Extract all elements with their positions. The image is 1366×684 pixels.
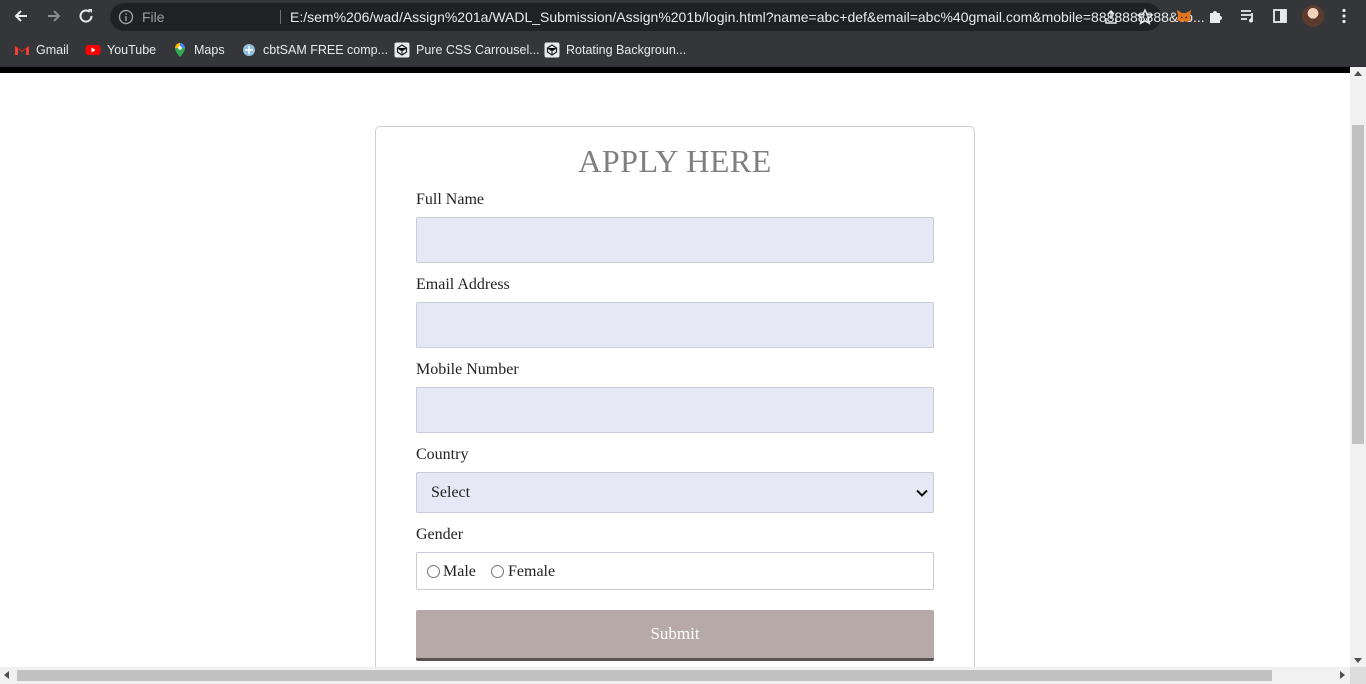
bookmark-label: Maps [194,43,225,57]
country-select[interactable]: Select [416,472,934,513]
horizontal-scroll-thumb[interactable] [17,670,1272,681]
full-name-input[interactable] [416,217,934,263]
bookmark-gmail[interactable]: Gmail [14,40,69,60]
gmail-icon [14,42,30,58]
mobile-input[interactable] [416,387,934,433]
share-icon[interactable] [1103,9,1119,25]
bookmark-maps[interactable]: Maps [172,40,225,60]
profile-avatar[interactable] [1302,5,1324,27]
vertical-scroll-thumb[interactable] [1352,125,1364,444]
browser-toolbar: File E:/sem%206/wad/Assign%201a/WADL_Sub… [0,0,1366,34]
bookmark-label: cbtSAM FREE comp... [263,43,389,57]
address-bar[interactable]: File E:/sem%206/wad/Assign%201a/WADL_Sub… [110,3,1205,31]
bookmark-rotating-background[interactable]: Rotating Backgroun... [544,40,686,60]
codepen-icon [544,42,560,58]
gender-label: Gender [416,526,464,543]
side-panel-icon[interactable] [1270,6,1290,26]
gender-female-label[interactable]: Female [508,563,555,581]
gender-male-label[interactable]: Male [443,563,476,581]
bookmark-label: Gmail [36,43,69,57]
bookmark-youtube[interactable]: YouTube [85,40,156,60]
bookmarks-bar: Gmail YouTube Maps cbtSAM FREE comp... P… [0,34,1366,67]
country-selected-value: Select [431,484,471,501]
address-separator [280,10,281,24]
scroll-right-arrow-icon[interactable] [1340,671,1345,679]
bookmark-label: YouTube [107,43,157,57]
forward-arrow-icon[interactable] [42,4,66,28]
country-label: Country [416,446,469,463]
scroll-left-arrow-icon[interactable] [4,671,9,679]
info-icon[interactable] [118,9,134,25]
vertical-scrollbar[interactable] [1350,67,1366,667]
bookmark-star-icon[interactable] [1136,8,1154,26]
youtube-icon [85,42,101,58]
mobile-label: Mobile Number [416,361,519,378]
chevron-down-icon [916,489,928,497]
file-scheme-label: File [142,9,165,25]
gender-radio-group: Male Female [416,552,934,590]
bookmark-label: Pure CSS Carrousel... [416,43,540,57]
scroll-down-arrow-icon[interactable] [1354,658,1362,663]
cbtsam-icon [241,42,257,58]
url-text[interactable]: E:/sem%206/wad/Assign%201a/WADL_Submissi… [290,9,1205,25]
metamask-fox-icon[interactable] [1174,6,1194,26]
email-label: Email Address [416,276,510,293]
gender-female-radio[interactable] [491,565,504,578]
form-title: APPLY HERE [578,143,772,179]
bookmark-label: Rotating Backgroun... [566,43,687,57]
media-queue-icon[interactable] [1238,6,1258,26]
bookmark-cbtsam[interactable]: cbtSAM FREE comp... [241,40,388,60]
apply-form-card: APPLY HERE Full Name Email Address Mobil… [375,126,975,667]
scroll-up-arrow-icon[interactable] [1354,71,1362,76]
menu-kebab-icon[interactable] [1334,6,1354,26]
submit-button[interactable]: Submit [416,610,934,661]
back-arrow-icon[interactable] [9,4,33,28]
scrollbar-corner [1350,667,1366,684]
full-name-label: Full Name [416,191,484,208]
page-viewport: APPLY HERE Full Name Email Address Mobil… [0,73,1350,667]
maps-icon [172,42,188,58]
codepen-icon [394,42,410,58]
gender-male-radio[interactable] [427,565,440,578]
extensions-puzzle-icon[interactable] [1206,6,1226,26]
reload-icon[interactable] [74,4,98,28]
email-input[interactable] [416,302,934,348]
bookmark-pure-css-carrousel[interactable]: Pure CSS Carrousel... [394,40,540,60]
horizontal-scrollbar[interactable] [0,667,1350,684]
